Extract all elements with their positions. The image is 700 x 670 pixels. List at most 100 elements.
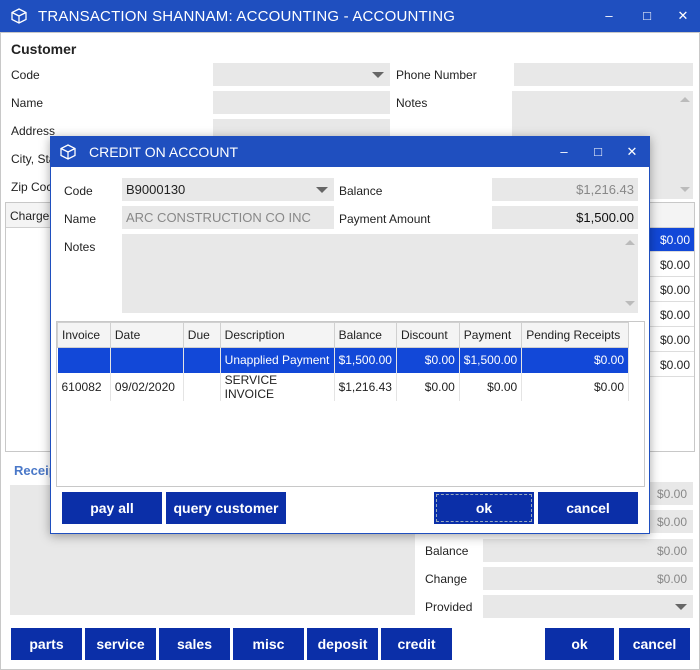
date-cell	[110, 347, 184, 373]
dialog-title-bar: CREDIT ON ACCOUNT – □ ✕	[51, 137, 649, 167]
phone-field[interactable]	[514, 63, 693, 86]
scroll-down-icon[interactable]	[680, 187, 690, 192]
payment-cell: $0.00	[459, 372, 523, 401]
chevron-down-icon	[372, 71, 384, 78]
invoice-cell: 610082	[57, 372, 111, 401]
name-label: Name	[11, 96, 44, 110]
customer-name-field[interactable]	[213, 91, 390, 114]
misc-button[interactable]: misc	[233, 628, 304, 660]
dialog-code-label: Code	[64, 184, 93, 198]
code-label: Code	[11, 68, 40, 82]
dialog-minimize-button[interactable]: –	[551, 140, 577, 164]
charge-cell[interactable]: $0.00	[648, 303, 694, 327]
charge-cell[interactable]: $0.00	[648, 353, 694, 377]
table-row-selected[interactable]: Unapplied Payment $1,500.00 $0.00 $1,500…	[57, 347, 629, 373]
dialog-notes-field[interactable]	[122, 234, 638, 313]
phone-label: Phone Number	[396, 68, 477, 82]
dialog-name-field: ARC CONSTRUCTION CO INC	[122, 206, 334, 229]
dialog-payment-value: $1,500.00	[576, 210, 634, 225]
column-header-invoice[interactable]: Invoice	[57, 322, 111, 348]
balance-label: Balance	[425, 544, 469, 558]
column-header-date[interactable]: Date	[109, 322, 184, 348]
charge-cell-selected[interactable]: $0.00	[648, 228, 694, 252]
customer-code-select[interactable]	[213, 63, 390, 86]
column-header-discount[interactable]: Discount	[395, 322, 460, 348]
dialog-name-label: Name	[64, 212, 97, 226]
maximize-button[interactable]: □	[634, 4, 660, 28]
scroll-up-icon[interactable]	[680, 97, 690, 102]
credit-on-account-dialog: CREDIT ON ACCOUNT – □ ✕ Code B9000130 Na…	[50, 136, 650, 534]
close-button[interactable]: ✕	[670, 4, 696, 28]
window-title-bar: TRANSACTION SHANNAM: ACCOUNTING - ACCOUN…	[0, 0, 700, 32]
notes-label: Notes	[396, 96, 428, 110]
chevron-down-icon	[675, 603, 687, 610]
chevron-down-icon	[316, 186, 328, 193]
scroll-up-icon[interactable]	[625, 240, 635, 245]
discount-cell: $0.00	[396, 347, 460, 373]
due-cell	[183, 372, 221, 401]
date-cell: 09/02/2020	[110, 372, 184, 401]
description-cell: SERVICE INVOICE	[220, 372, 335, 401]
dialog-maximize-button[interactable]: □	[585, 140, 611, 164]
invoice-table[interactable]: Invoice Date Due Description Balance Dis…	[57, 322, 629, 401]
description-cell: Unapplied Payment	[220, 347, 335, 373]
dialog-ok-button[interactable]: ok	[434, 492, 534, 524]
discount-cell: $0.00	[396, 372, 460, 401]
cube-icon	[11, 8, 27, 24]
pending-receipts-cell: $0.00	[521, 347, 629, 373]
dialog-code-value: B9000130	[126, 182, 186, 197]
cube-icon	[60, 144, 76, 160]
service-button[interactable]: service	[85, 628, 156, 660]
change-value: $0.00	[656, 572, 687, 586]
window-title: TRANSACTION SHANNAM: ACCOUNTING - ACCOUN…	[38, 8, 456, 25]
query-customer-button[interactable]: query customer	[166, 492, 286, 524]
change-field: $0.00	[483, 567, 693, 590]
sales-button[interactable]: sales	[159, 628, 230, 660]
receipt-amount-value: $0.00	[656, 515, 687, 529]
dialog-payment-field[interactable]: $1,500.00	[492, 206, 638, 229]
column-header-balance[interactable]: Balance	[333, 322, 397, 348]
dialog-cancel-button[interactable]: cancel	[538, 492, 638, 524]
pending-receipts-cell: $0.00	[521, 372, 629, 401]
invoice-table-header: Invoice Date Due Description Balance Dis…	[57, 322, 629, 348]
dialog-balance-label: Balance	[339, 184, 383, 198]
column-header-payment[interactable]: Payment	[458, 322, 523, 348]
balance-field: $0.00	[483, 539, 693, 562]
dialog-code-select[interactable]: B9000130	[122, 178, 334, 201]
customer-heading: Customer	[11, 41, 77, 57]
scroll-down-icon[interactable]	[625, 301, 635, 306]
charge-column-header[interactable]: Charge	[10, 209, 49, 223]
dialog-close-button[interactable]: ✕	[619, 140, 645, 164]
pay-all-button[interactable]: pay all	[62, 492, 162, 524]
charge-cell[interactable]: $0.00	[648, 253, 694, 277]
charge-cell[interactable]: $0.00	[648, 278, 694, 302]
balance-value: $0.00	[656, 544, 687, 558]
invoice-cell	[57, 347, 111, 373]
address-label: Address	[11, 124, 56, 138]
column-header-due[interactable]: Due	[182, 322, 221, 348]
payment-cell: $1,500.00	[459, 347, 523, 373]
zip-label: Zip Coc	[11, 180, 53, 194]
change-label: Change	[425, 572, 468, 586]
provided-select[interactable]	[483, 595, 693, 618]
parts-button[interactable]: parts	[11, 628, 82, 660]
dialog-name-value: ARC CONSTRUCTION CO INC	[126, 210, 311, 225]
due-cell	[183, 347, 221, 373]
balance-cell: $1,500.00	[334, 347, 397, 373]
dialog-payment-label: Payment Amount	[339, 212, 431, 226]
minimize-button[interactable]: –	[596, 4, 622, 28]
dialog-balance-value: $1,216.43	[576, 182, 634, 197]
dialog-balance-field: $1,216.43	[492, 178, 638, 201]
cancel-button[interactable]: cancel	[619, 628, 690, 660]
column-header-pending-receipts[interactable]: Pending Receipts	[521, 322, 629, 348]
provided-label: Provided	[425, 600, 473, 614]
deposit-button[interactable]: deposit	[307, 628, 378, 660]
balance-cell: $1,216.43	[334, 372, 397, 401]
ok-button[interactable]: ok	[545, 628, 614, 660]
credit-button[interactable]: credit	[381, 628, 452, 660]
dialog-title: CREDIT ON ACCOUNT	[89, 144, 239, 160]
charge-cell[interactable]: $0.00	[648, 328, 694, 352]
table-row[interactable]: 610082 09/02/2020 SERVICE INVOICE $1,216…	[57, 372, 629, 401]
customer-address-field[interactable]	[213, 119, 390, 136]
column-header-description[interactable]: Description	[219, 322, 335, 348]
